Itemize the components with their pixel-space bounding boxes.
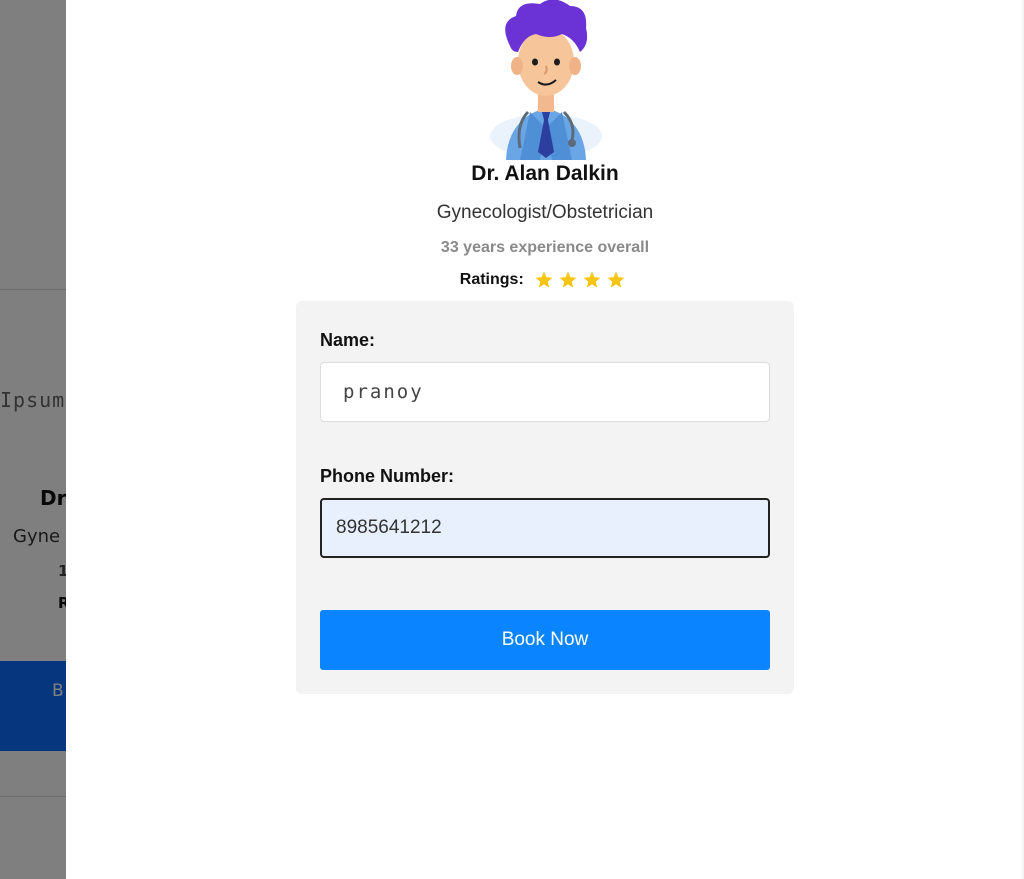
doctor-avatar-icon: [490, 0, 602, 160]
doctor-specialty: Gynecologist/Obstetrician: [436, 202, 654, 223]
phone-input[interactable]: [320, 498, 770, 558]
booking-form: Name: Phone Number: Book Now: [296, 301, 794, 694]
ratings-row: Ratings:: [66, 270, 1024, 290]
star-icon: [607, 271, 625, 288]
name-label: Name:: [320, 330, 376, 350]
page: Ipsum Dr Gyne 1 R B: [0, 0, 1024, 879]
modal-edge: [1020, 0, 1024, 879]
rating-stars: [534, 270, 630, 290]
star-icon: [559, 271, 577, 288]
star-icon: [535, 271, 553, 288]
star-icon: [583, 271, 601, 288]
phone-label: Phone Number:: [320, 466, 455, 486]
book-now-button[interactable]: Book Now: [320, 610, 770, 670]
doctor-experience: 33 years experience overall: [440, 239, 650, 256]
name-input[interactable]: [320, 362, 770, 422]
ratings-label: Ratings:: [459, 271, 524, 288]
doctor-name: Dr. Alan Dalkin: [471, 162, 619, 185]
booking-modal: Dr. Alan Dalkin Gynecologist/Obstetricia…: [66, 0, 1024, 879]
